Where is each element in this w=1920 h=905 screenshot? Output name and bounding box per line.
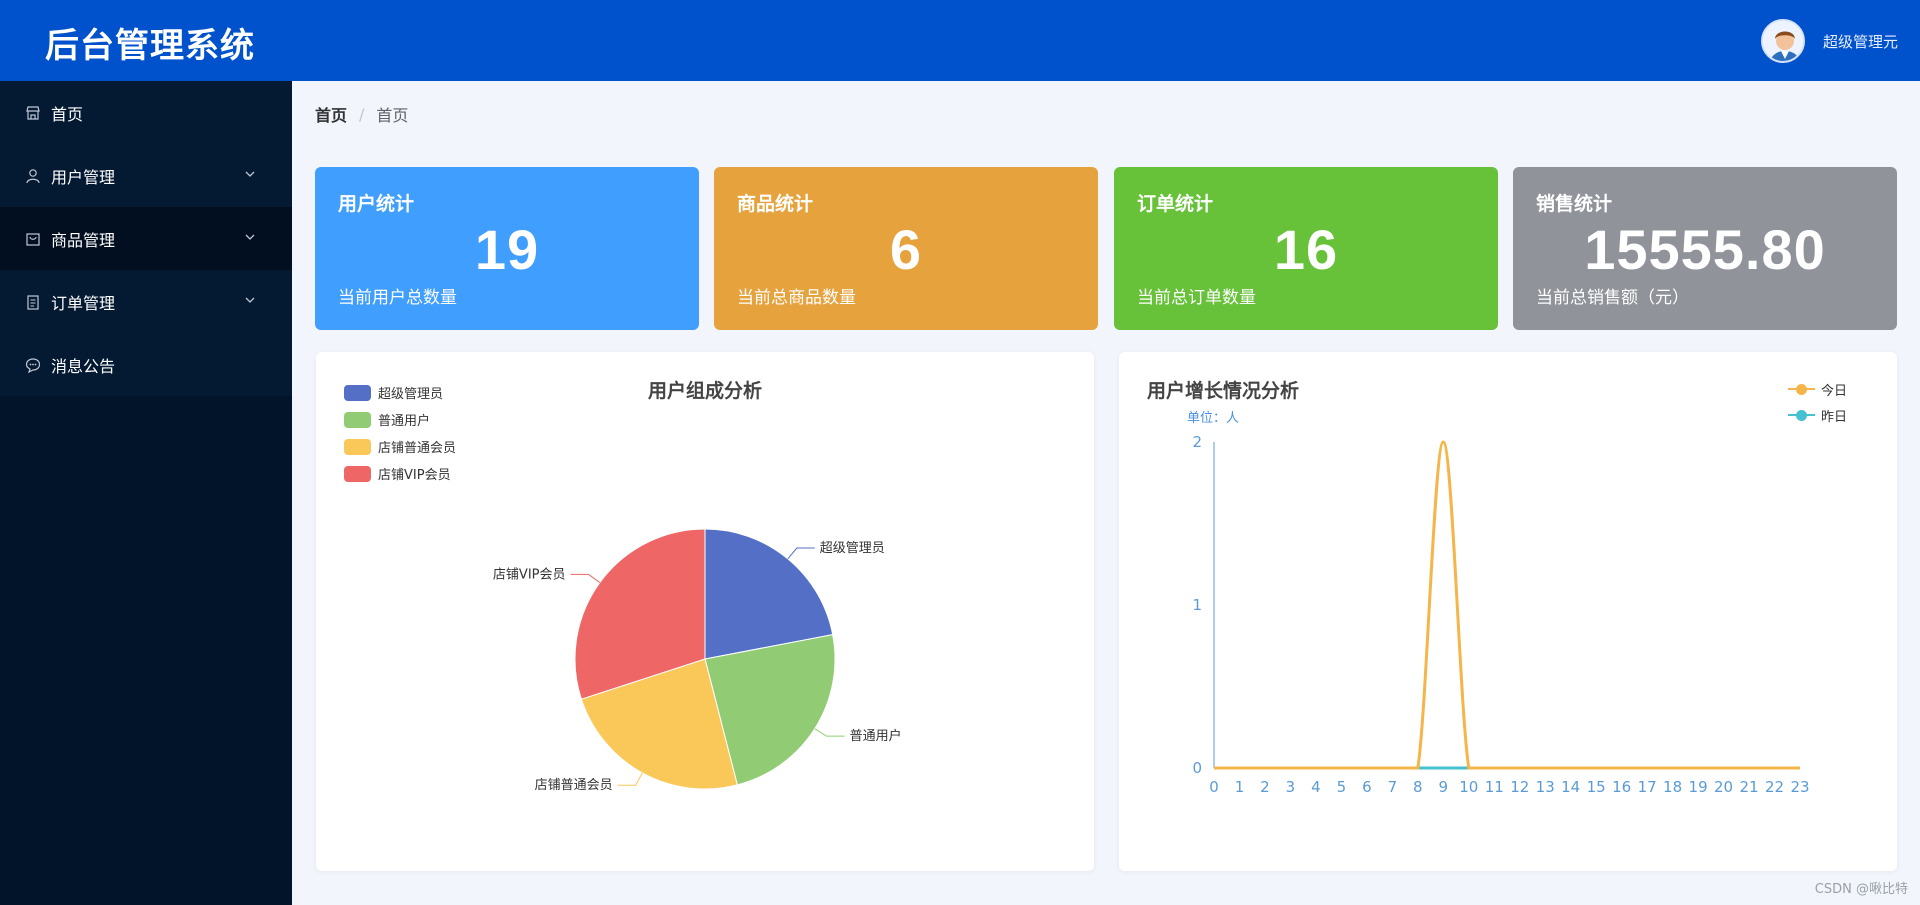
x-tick-label: 10 <box>1459 778 1478 796</box>
x-tick-label: 3 <box>1286 778 1296 796</box>
x-tick-label: 19 <box>1689 778 1708 796</box>
pie-chart: 超级管理员普通用户店铺普通会员 店铺VIP会员 <box>493 528 902 793</box>
x-tick-label: 9 <box>1439 778 1449 796</box>
y-tick-label: 1 <box>1192 596 1202 614</box>
stat-title: 商品统计 <box>737 193 814 215</box>
stat-value: 6 <box>889 218 923 281</box>
app-title: 后台管理系统 <box>45 26 255 66</box>
user-composition-panel: 用户组成分析 超级管理员 普通用户 店铺普通会员 店铺VIP会员 超级管理员 普通… <box>316 352 1094 871</box>
stat-card-orders: 订单统计 16 当前总订单数量 <box>1114 167 1498 330</box>
user-growth-panel: 用户增长情况分析 今日 昨日 单位：人 0 1 2 0 1 2 3 4 5 6 7 8 9 10 11 12 13… <box>1119 352 1897 871</box>
stat-card-sales: 销售统计 15555.80 当前总销售额（元） <box>1513 167 1897 330</box>
sidebar-item-label: 订单管理 <box>51 293 116 313</box>
series-line[interactable] <box>1213 440 1800 770</box>
pie-slice-label: 普通用户 <box>850 728 902 744</box>
sidebar-item-products[interactable]: 商品管理 <box>0 207 292 270</box>
sidebar-item-home[interactable]: 首页 <box>0 81 292 144</box>
pie-label-line <box>787 547 815 560</box>
sidebar-item-label: 消息公告 <box>51 356 116 376</box>
user-menu[interactable]: 超级管理元 <box>1760 18 1898 64</box>
chat-icon <box>25 357 41 373</box>
stat-card-products: 商品统计 6 当前总商品数量 <box>714 167 1098 330</box>
x-tick-label: 13 <box>1536 778 1555 796</box>
user-name[interactable]: 超级管理元 <box>1823 31 1898 52</box>
sidebar: 首页 用户管理 商品管理 订单管理 消息公告 <box>0 81 292 905</box>
stat-value: 16 <box>1273 218 1339 281</box>
x-tick-label: 21 <box>1739 778 1758 796</box>
chevron-down-icon[interactable] <box>244 294 256 306</box>
breadcrumb: 首页 / 首页 <box>315 102 408 126</box>
stat-value: 15555.80 <box>1584 218 1826 281</box>
x-tick-label: 23 <box>1790 778 1809 796</box>
x-tick-label: 5 <box>1337 778 1347 796</box>
x-tick-label: 11 <box>1485 778 1504 796</box>
pie-label-line <box>617 772 643 786</box>
stat-title: 用户统计 <box>338 193 415 215</box>
x-tick-label: 15 <box>1587 778 1606 796</box>
user-icon <box>26 168 40 183</box>
x-tick-label: 4 <box>1311 778 1321 796</box>
sidebar-item-label: 商品管理 <box>51 230 116 250</box>
chevron-down-icon[interactable] <box>244 231 256 243</box>
x-tick-label: 14 <box>1561 778 1580 796</box>
sidebar-item-notices[interactable]: 消息公告 <box>0 333 292 396</box>
top-header: 后台管理系统 超级管理元 <box>0 0 1920 81</box>
x-tick-label: 1 <box>1235 778 1245 796</box>
avatar-person-icon <box>1762 21 1803 61</box>
stat-title: 订单统计 <box>1137 193 1214 215</box>
pie-label-line <box>814 728 845 737</box>
axis-unit-label: 单位：人 <box>1187 411 1239 426</box>
x-tick-label: 18 <box>1663 778 1682 796</box>
y-tick-label: 2 <box>1192 433 1202 451</box>
sidebar-item-label: 用户管理 <box>51 167 116 187</box>
sidebar-item-label: 首页 <box>51 104 84 124</box>
x-tick-label: 0 <box>1209 778 1219 796</box>
chevron-down-icon[interactable] <box>244 168 256 180</box>
stat-desc: 当前总销售额（元） <box>1536 288 1689 308</box>
breadcrumb-root[interactable]: 首页 <box>315 102 347 126</box>
breadcrumb-separator: / <box>359 104 365 124</box>
y-tick-label: 0 <box>1192 759 1202 777</box>
pie-slice-label: 店铺VIP会员 <box>493 567 566 582</box>
x-tick-label: 16 <box>1612 778 1631 796</box>
x-tick-label: 7 <box>1388 778 1398 796</box>
stat-value: 19 <box>474 218 540 281</box>
pie-label-line <box>570 573 601 583</box>
box-icon <box>26 232 40 246</box>
stat-desc: 当前用户总数量 <box>338 288 457 308</box>
avatar[interactable] <box>1760 19 1805 63</box>
x-tick-label: 22 <box>1765 778 1784 796</box>
sidebar-item-users[interactable]: 用户管理 <box>0 144 292 207</box>
watermark: CSDN @啾比特 <box>1814 882 1908 897</box>
x-tick-label: 20 <box>1714 778 1733 796</box>
x-tick-label: 2 <box>1260 778 1270 796</box>
pie-slice-label: 店铺普通会员 <box>535 778 613 793</box>
stat-desc: 当前总订单数量 <box>1137 288 1256 308</box>
x-tick-label: 12 <box>1510 778 1529 796</box>
x-tick-label: 8 <box>1413 778 1423 796</box>
line-chart: 单位：人0120 1 2 3 4 5 6 7 8 9 10 11 12 13 14 15 16 17 18 19 20 2… <box>1187 411 1810 796</box>
pie-slice-label: 超级管理员 <box>820 541 885 556</box>
breadcrumb-current: 首页 <box>376 106 409 125</box>
clipboard-icon <box>27 294 39 310</box>
stat-title: 销售统计 <box>1536 193 1613 215</box>
x-tick-label: 17 <box>1638 778 1657 796</box>
x-tick-label: 6 <box>1362 778 1372 796</box>
stat-desc: 当前总商品数量 <box>737 288 856 308</box>
sidebar-item-orders[interactable]: 订单管理 <box>0 270 292 333</box>
store-icon <box>26 105 40 120</box>
stat-card-users: 用户统计 19 当前用户总数量 <box>315 167 699 330</box>
